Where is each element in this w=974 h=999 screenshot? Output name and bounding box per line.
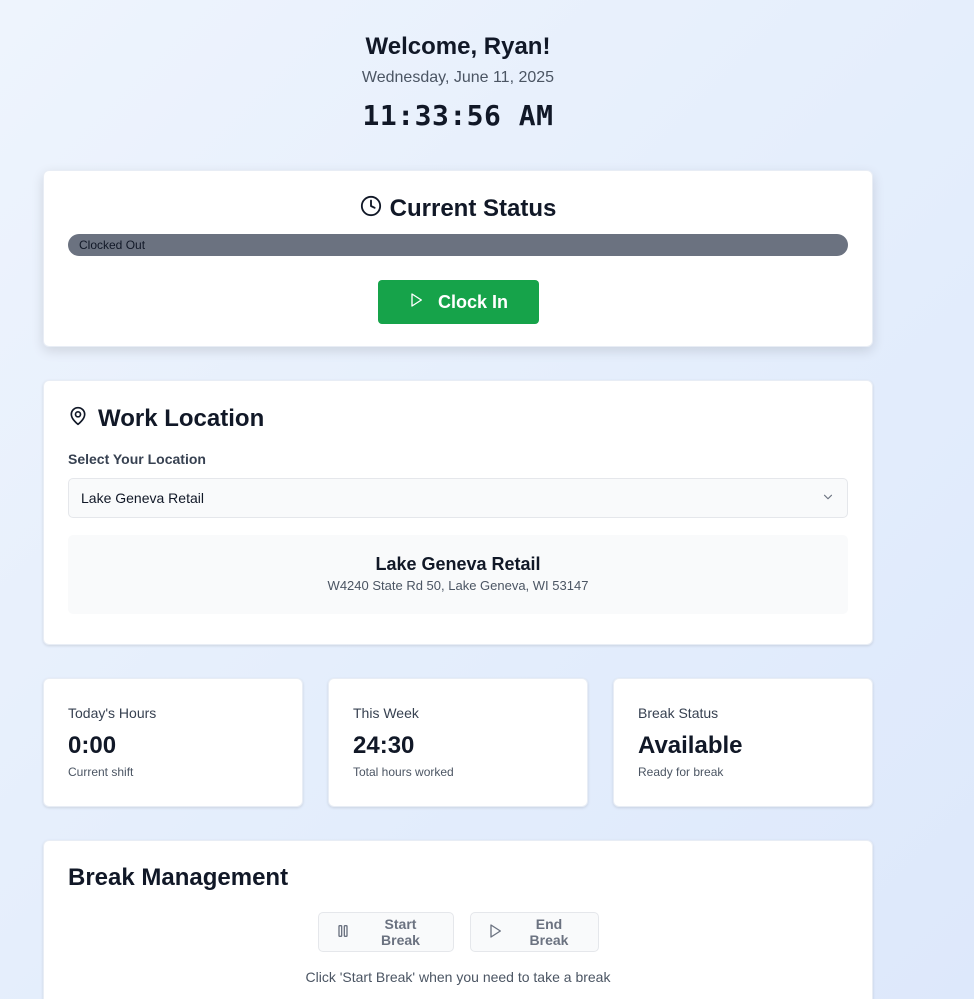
- current-date: Wednesday, June 11, 2025: [361, 69, 555, 86]
- work-location-card: Work Location Select Your Location Lake …: [43, 380, 873, 645]
- clock-in-button[interactable]: Clock In: [377, 280, 539, 324]
- stat-subtext: Total hours worked: [353, 765, 454, 779]
- break-buttons: Start Break End Break: [68, 912, 848, 952]
- stat-card-today-hours: Today's Hours 0:00 Current shift: [43, 678, 303, 807]
- stat-value: 0:00: [68, 732, 117, 759]
- location-info-address: W4240 State Rd 50, Lake Geneva, WI 53147: [327, 578, 589, 593]
- current-status-card: Current Status Clocked Out Clock In: [43, 170, 873, 347]
- end-break-label: End Break: [529, 916, 569, 948]
- clock-in-label: Clock In: [437, 291, 508, 312]
- header: Welcome, Ryan! Wednesday, June 11, 2025 …: [43, 0, 873, 170]
- location-title: Work Location: [68, 405, 848, 433]
- status-title-label: Current Status: [389, 195, 557, 222]
- location-info-name: Lake Geneva Retail: [375, 554, 541, 574]
- status-badge-label: Clocked Out: [79, 238, 146, 252]
- break-management-card: Break Management Start Break End Break C…: [43, 840, 873, 999]
- stat-card-this-week: This Week 24:30 Total hours worked: [328, 678, 588, 807]
- stats-row: Today's Hours 0:00 Current shift This We…: [43, 678, 873, 807]
- start-break-label: Start Break: [381, 916, 420, 948]
- chevron-down-icon: [821, 490, 835, 507]
- status-title: Current Status: [68, 195, 848, 223]
- welcome-heading: Welcome, Ryan!: [365, 33, 551, 60]
- location-select-label: Select Your Location: [68, 451, 206, 467]
- play-icon: [408, 292, 424, 313]
- stat-subtext: Current shift: [68, 765, 134, 779]
- stat-label: This Week: [353, 705, 419, 721]
- location-select[interactable]: Lake Geneva Retail: [68, 478, 848, 518]
- location-select-value: Lake Geneva Retail: [81, 490, 204, 506]
- map-pin-icon: [68, 405, 88, 433]
- clock-icon: [360, 195, 382, 223]
- pause-icon: [335, 923, 351, 942]
- stat-value: 24:30: [353, 732, 415, 759]
- break-title: Break Management: [68, 864, 289, 891]
- play-icon: [487, 923, 503, 942]
- dashboard: Welcome, Ryan! Wednesday, June 11, 2025 …: [43, 0, 873, 999]
- stat-label: Today's Hours: [68, 705, 157, 721]
- status-badge: Clocked Out: [68, 234, 848, 256]
- stat-subtext: Ready for break: [638, 765, 724, 779]
- location-info-panel: Lake Geneva Retail W4240 State Rd 50, La…: [68, 535, 848, 614]
- break-hint: Click 'Start Break' when you need to tak…: [305, 969, 611, 985]
- stat-label: Break Status: [638, 705, 719, 721]
- start-break-button[interactable]: Start Break: [317, 912, 454, 952]
- stat-value: Available: [638, 732, 743, 759]
- location-title-label: Work Location: [98, 405, 265, 432]
- end-break-button[interactable]: End Break: [469, 912, 599, 952]
- stat-card-break-status: Break Status Available Ready for break: [613, 678, 873, 807]
- live-clock: 11:33:56 AM: [362, 99, 554, 132]
